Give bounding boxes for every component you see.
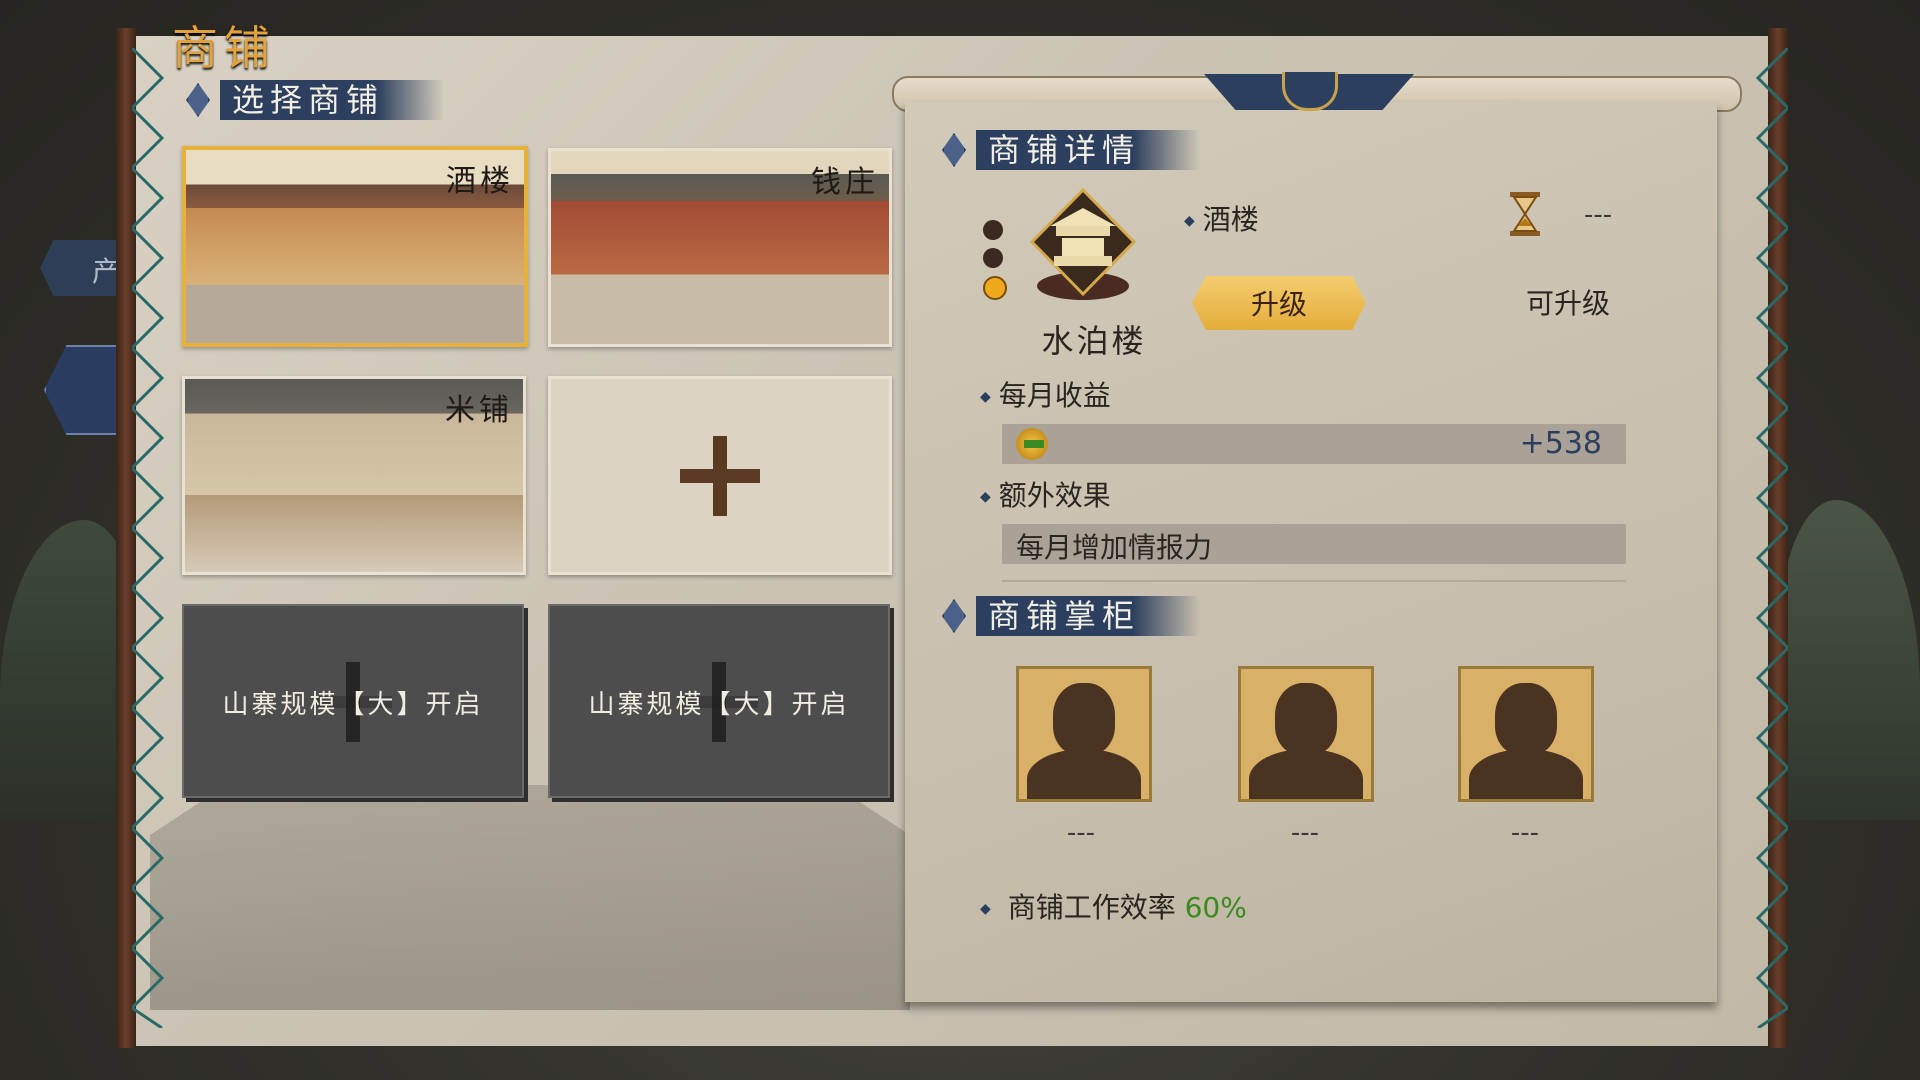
shop-card-label: 米铺 [445, 393, 513, 428]
level-dot [983, 248, 1003, 268]
shop-type-label: 酒楼 [1184, 198, 1259, 238]
shop-card-locked: 山寨规模【大】开启 [182, 604, 524, 798]
upgrade-status: 可升级 [1526, 287, 1611, 320]
shop-card-bank[interactable]: 钱庄 [548, 148, 892, 347]
scroll-lacing-right [1755, 48, 1788, 1028]
manager-slot[interactable] [1016, 666, 1152, 802]
monthly-income-value: +538 [1519, 426, 1602, 461]
shop-card-label: 钱庄 [811, 165, 879, 200]
monthly-income-bar: +538 [1002, 424, 1626, 464]
shop-manager-header-label: 商铺掌柜 [976, 596, 1201, 636]
upgrade-button[interactable]: 升级 [1192, 276, 1366, 330]
manager-slot[interactable] [1238, 666, 1374, 802]
locked-card-text: 山寨规模【大】开启 [222, 690, 484, 720]
time-remaining-value: --- [1584, 200, 1613, 230]
work-efficiency-text: 商铺工作效率 [1007, 891, 1176, 924]
shop-card-tavern[interactable]: 酒楼 [182, 146, 528, 347]
header-diamond-icon [942, 599, 966, 633]
shop-card-label: 酒楼 [446, 164, 514, 199]
plus-icon [680, 435, 760, 516]
tavern-building-icon [1029, 187, 1137, 300]
level-dot [983, 220, 1003, 240]
manager-name: --- [1510, 818, 1540, 848]
extra-effect-label: 额外效果 [980, 474, 1111, 514]
monthly-income-label: 每月收益 [980, 374, 1111, 414]
extra-effect-value: 每月增加情报力 [1016, 531, 1213, 564]
shop-detail-header: 商铺详情 [942, 130, 1201, 170]
locked-card-text: 山寨规模【大】开启 [588, 690, 850, 720]
select-shop-header-label: 选择商铺 [220, 80, 445, 120]
shop-manager-header: 商铺掌柜 [942, 596, 1201, 636]
work-efficiency-value: 60% [1184, 891, 1247, 924]
shop-card-rice-shop[interactable]: 米铺 [182, 376, 526, 575]
header-diamond-icon [186, 83, 210, 117]
level-dot-active [983, 276, 1007, 300]
scroll-lacing-left [132, 48, 165, 1028]
work-efficiency-label: 商铺工作效率 60% [980, 886, 1247, 926]
section-divider [1002, 580, 1626, 582]
header-diamond-icon [942, 133, 966, 167]
select-shop-header: 选择商铺 [186, 80, 445, 120]
shop-card-add[interactable] [548, 376, 892, 575]
manager-slot[interactable] [1458, 666, 1594, 802]
shop-name: 水泊楼 [1041, 322, 1147, 360]
coin-icon [1016, 428, 1048, 460]
manager-name: --- [1290, 818, 1320, 848]
hourglass-icon [1510, 192, 1540, 236]
shop-card-locked: 山寨规模【大】开启 [548, 604, 890, 798]
manager-name: --- [1066, 818, 1096, 848]
extra-effect-bar: 每月增加情报力 [1002, 524, 1626, 564]
shop-detail-header-label: 商铺详情 [976, 130, 1201, 170]
page-title: 商铺 [172, 21, 276, 75]
